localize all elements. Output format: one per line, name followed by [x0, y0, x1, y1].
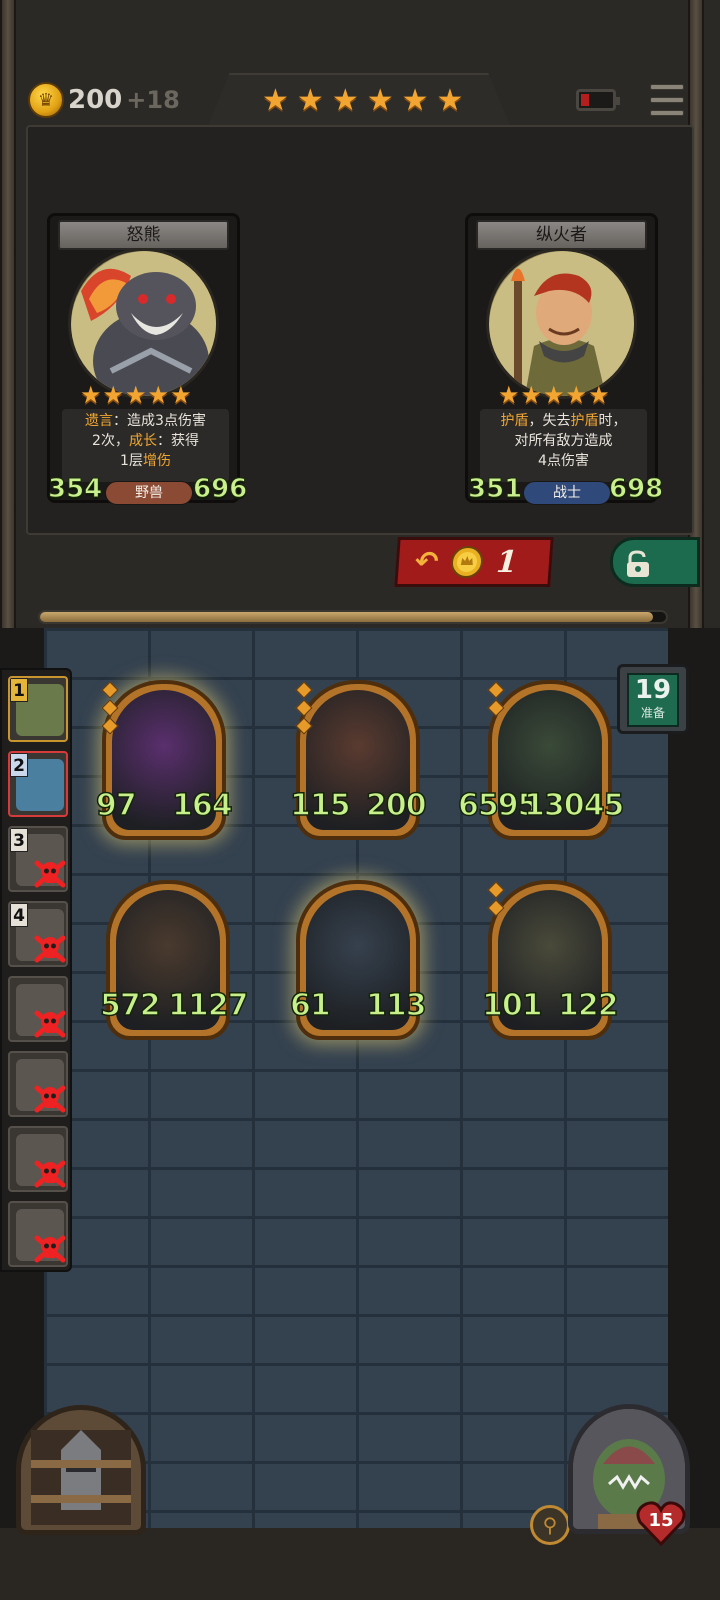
card-tribe: 野兽: [105, 481, 193, 505]
card-star-icon: ★: [170, 381, 192, 409]
card-portrait: [68, 248, 219, 399]
gold-display: ♛ 200 +18: [28, 82, 180, 118]
menu-bar: [650, 97, 684, 103]
player-slot[interactable]: [8, 1201, 68, 1267]
tier-star-icon: ★: [331, 83, 359, 118]
minion-health: 1127: [167, 987, 249, 1024]
player-rank: 3: [10, 828, 28, 852]
tier-star-icon: ★: [296, 83, 324, 118]
card-attack: 351: [467, 474, 523, 505]
minion-goblin-beast[interactable]: 6595 13045: [457, 680, 625, 840]
gold-income: +18: [126, 86, 180, 114]
ready-label: 准备: [640, 706, 665, 720]
minion-vampire-lady[interactable]: 115 200: [289, 680, 427, 840]
card-star-icon: ★: [588, 381, 610, 409]
minion-health: 122: [557, 987, 619, 1024]
card-star-icon: ★: [125, 381, 147, 409]
skull-crossbones-icon: [34, 935, 66, 963]
menu-button[interactable]: [650, 84, 684, 116]
minion-health: 13045: [523, 787, 625, 824]
card-name: 纵火者: [476, 220, 647, 250]
player-slot[interactable]: 2: [8, 751, 68, 817]
battery-icon: [576, 89, 620, 111]
refresh-button[interactable]: ↶ 1: [394, 537, 554, 587]
minion-attack: 97: [95, 787, 137, 824]
tier-gem-icon: [487, 881, 505, 899]
minion-attack: 61: [289, 987, 331, 1024]
game-screen: ★ ★ ★ ★ ★ ★ ♛ 200 +18 怒熊 ★ ★ ★ ★ ★ 遗言：造成3点伤害 2次，成长…: [0, 0, 720, 1600]
shop-card-2[interactable]: 纵火者 ★ ★ ★ ★ ★ 护盾，失去护盾时， 对所有敌方造成 4点伤害 351 战士 69…: [465, 213, 664, 505]
hero-power-button[interactable]: ⚲: [530, 1505, 570, 1545]
card-stars: ★ ★ ★ ★ ★: [498, 383, 610, 407]
minion-masked-rat[interactable]: 572 1127: [99, 880, 249, 1040]
card-star-icon: ★: [543, 381, 565, 409]
skull-crossbones-icon: [34, 1235, 66, 1263]
card-star-icon: ★: [102, 381, 125, 409]
card-health: 696: [192, 474, 248, 505]
card-attack: 354: [47, 474, 103, 505]
opponent-cage[interactable]: [16, 1405, 146, 1535]
minion-attack: 572: [99, 987, 161, 1024]
player-slot[interactable]: [8, 1051, 68, 1117]
card-star-icon: ★: [498, 381, 520, 409]
skull-crossbones-icon: [34, 860, 66, 888]
tavern-tier-stars: ★ ★ ★ ★ ★ ★: [262, 86, 463, 116]
tier-gem-icon: [487, 681, 505, 699]
tier-star-icon: ★: [366, 83, 394, 118]
tier-star-icon: ★: [401, 83, 429, 118]
refresh-cost: 1: [495, 544, 519, 580]
card-tribe: 战士: [523, 481, 611, 505]
skull-crossbones-icon: [34, 1010, 66, 1038]
player-slot[interactable]: [8, 976, 68, 1042]
player-rank: 4: [10, 903, 28, 927]
menu-bar: [650, 84, 684, 90]
gold-coin-icon: ♛: [28, 82, 64, 118]
player-rank: 2: [10, 753, 28, 777]
hero-health: 15: [648, 1510, 674, 1531]
card-description: 护盾，失去护盾时， 对所有敌方造成 4点伤害: [480, 409, 647, 482]
card-name: 怒熊: [58, 220, 229, 250]
minion-health: 200: [365, 787, 427, 824]
card-star-icon: ★: [520, 381, 543, 409]
skull-crossbones-icon: [34, 1160, 66, 1188]
card-portrait: [486, 248, 637, 399]
card-description: 遗言：造成3点伤害 2次，成长：获得 1层增伤: [62, 409, 229, 482]
player-slot[interactable]: 4: [8, 901, 68, 967]
tier-gem-icon: [101, 681, 119, 699]
minion-elf-sorceress[interactable]: 61 113: [289, 880, 427, 1040]
refresh-icon: ↶: [413, 545, 440, 578]
player-rank: 1: [10, 678, 28, 702]
minion-boar[interactable]: 97 164: [95, 680, 233, 840]
minion-fairy[interactable]: 101 122: [481, 880, 619, 1040]
gold-amount: 200: [68, 85, 123, 115]
card-star-icon: ★: [147, 381, 170, 409]
gold-coin-icon: [451, 546, 484, 578]
menu-bar: [650, 110, 684, 116]
turn-timer-bar: [38, 610, 668, 624]
player-slot[interactable]: 1: [8, 676, 68, 742]
player-list: 1 2 3 4: [0, 668, 72, 1272]
shop-card-1[interactable]: 怒熊 ★ ★ ★ ★ ★ 遗言：造成3点伤害 2次，成长：获得 1层增伤 354 野兽 69…: [47, 213, 248, 505]
tier-star-icon: ★: [262, 83, 289, 118]
player-slot[interactable]: [8, 1126, 68, 1192]
ready-count: 19: [634, 675, 672, 705]
tier-star-icon: ★: [436, 83, 464, 118]
freeze-shop-button[interactable]: [610, 537, 700, 587]
board-right-wall: [668, 628, 720, 1528]
player-slot[interactable]: 3: [8, 826, 68, 892]
minion-attack: 101: [481, 987, 543, 1024]
card-star-icon: ★: [565, 381, 588, 409]
minion-health: 113: [365, 987, 427, 1024]
minion-attack: 115: [289, 787, 351, 824]
skull-crossbones-icon: [34, 1085, 66, 1113]
minion-health: 164: [171, 787, 233, 824]
left-frame-post: [0, 0, 16, 630]
tier-gem-icon: [295, 681, 313, 699]
card-health: 698: [608, 474, 664, 505]
unlocked-padlock-icon: [627, 550, 649, 577]
card-stars: ★ ★ ★ ★ ★: [80, 383, 192, 407]
card-star-icon: ★: [80, 381, 102, 409]
ready-counter: 19 准备: [617, 664, 689, 734]
